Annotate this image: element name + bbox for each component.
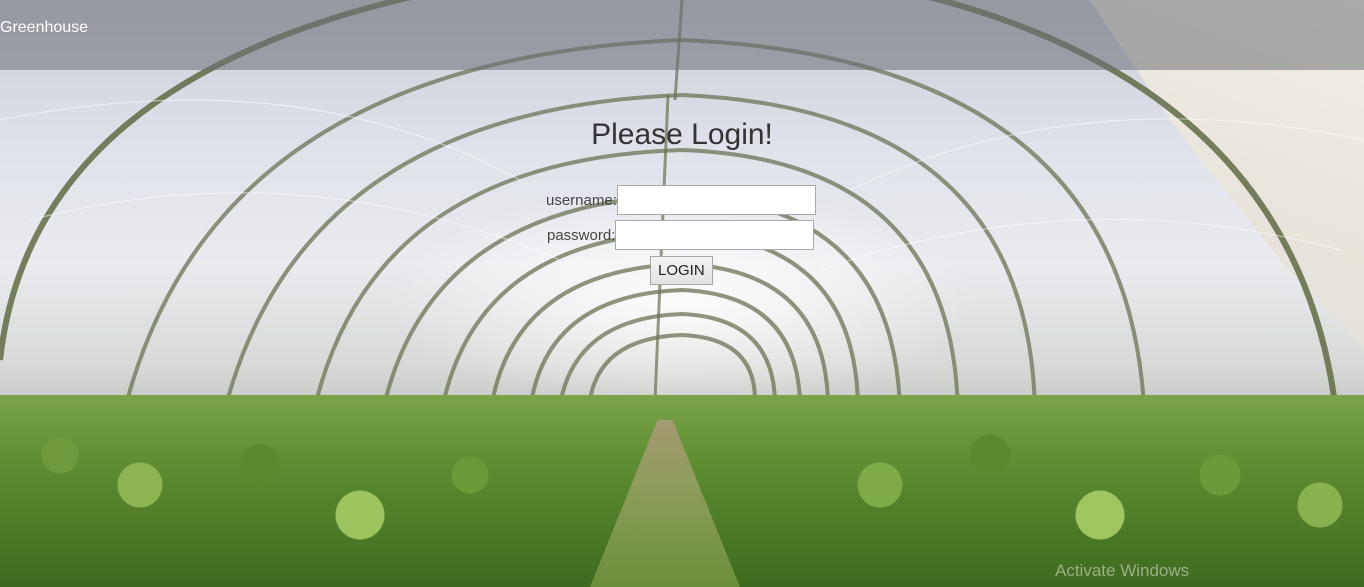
username-label: username:: [546, 191, 617, 209]
top-navbar: Greenhouse: [0, 0, 1364, 70]
password-label: password:: [547, 226, 616, 244]
activate-windows-watermark: Activate Windows: [1055, 561, 1190, 580]
password-row: password:: [547, 220, 815, 250]
username-row: username:: [546, 185, 816, 215]
login-form: Please Login! username: password: LOGIN: [0, 70, 1364, 285]
brand-link[interactable]: Greenhouse: [0, 18, 88, 38]
password-input[interactable]: [615, 220, 815, 250]
login-title: Please Login!: [591, 118, 773, 151]
login-button[interactable]: LOGIN: [650, 256, 713, 285]
username-input[interactable]: [616, 185, 816, 215]
